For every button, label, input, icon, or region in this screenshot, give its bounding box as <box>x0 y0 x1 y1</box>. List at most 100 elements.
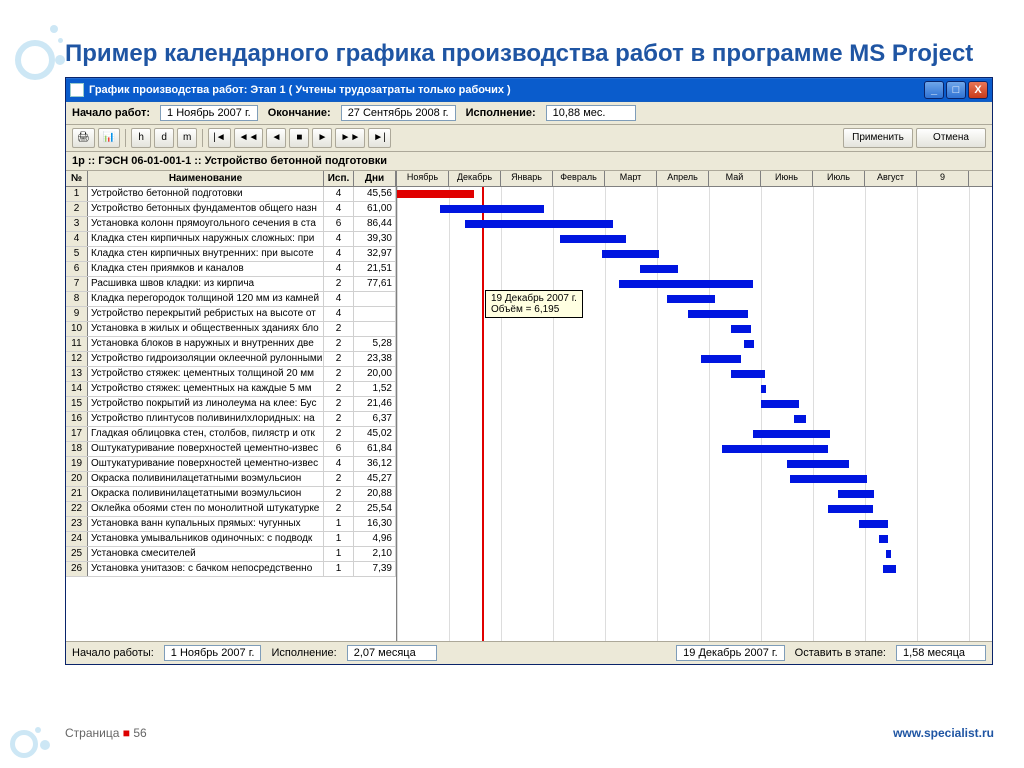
table-row[interactable]: 25Установка смесителей12,10 <box>66 547 396 562</box>
close-button[interactable]: X <box>968 81 988 99</box>
table-row[interactable]: 26Установка унитазов: с бачком непосредс… <box>66 562 396 577</box>
gantt-bar[interactable] <box>838 490 874 498</box>
apply-button[interactable]: Применить <box>843 128 913 148</box>
minimize-button[interactable]: _ <box>924 81 944 99</box>
export-button[interactable]: 📊 <box>98 128 120 148</box>
table-row[interactable]: 18Оштукатуривание поверхностей цементно-… <box>66 442 396 457</box>
cell-num: 18 <box>66 442 88 456</box>
table-row[interactable]: 11Установка блоков в наружных и внутренн… <box>66 337 396 352</box>
cell-isp: 2 <box>324 367 354 381</box>
table-row[interactable]: 9Устройство перекрытий ребристых на высо… <box>66 307 396 322</box>
gantt-row <box>397 412 992 427</box>
table-row[interactable]: 6Кладка стен приямков и каналов421,51 <box>66 262 396 277</box>
gantt-row <box>397 502 992 517</box>
table-row[interactable]: 16Устройство плинтусов поливинилхлоридны… <box>66 412 396 427</box>
nav-next-button[interactable]: ► <box>312 128 332 148</box>
gantt-bar[interactable] <box>883 565 897 573</box>
table-row[interactable]: 12Устройство гидроизоляции оклеечной рул… <box>66 352 396 367</box>
cell-dni: 6,37 <box>354 412 396 426</box>
print-button[interactable]: 🖨 <box>72 128 95 148</box>
cell-name: Кладка перегородок толщиной 120 мм из ка… <box>88 292 324 306</box>
status-date-value: 19 Декабрь 2007 г. <box>676 645 785 661</box>
table-row[interactable]: 17Гладкая облицовка стен, столбов, пиляс… <box>66 427 396 442</box>
gantt-bar[interactable] <box>640 265 678 273</box>
gantt-bar[interactable] <box>790 475 867 483</box>
cell-isp: 4 <box>324 457 354 471</box>
task-grid[interactable]: № Наименование Исп. Дни 1Устройство бето… <box>66 171 397 641</box>
table-row[interactable]: 13Устройство стяжек: цементных толщиной … <box>66 367 396 382</box>
gantt-bar[interactable] <box>859 520 888 528</box>
gantt-bar[interactable] <box>688 310 748 318</box>
col-name[interactable]: Наименование <box>88 171 324 186</box>
gantt-bar[interactable] <box>560 235 627 243</box>
table-row[interactable]: 15Устройство покрытий из линолеума на кл… <box>66 397 396 412</box>
table-row[interactable]: 1Устройство бетонной подготовки445,56 <box>66 187 396 202</box>
cell-name: Установка в жилых и общественных зданиях… <box>88 322 324 336</box>
table-row[interactable]: 10Установка в жилых и общественных здани… <box>66 322 396 337</box>
table-row[interactable]: 23Установка ванн купальных прямых: чугун… <box>66 517 396 532</box>
cell-num: 24 <box>66 532 88 546</box>
nav-first-button[interactable]: |◄ <box>208 128 231 148</box>
nav-prev-button[interactable]: ◄ <box>266 128 286 148</box>
gantt-bar[interactable] <box>722 445 828 453</box>
gantt-bar[interactable] <box>731 370 765 378</box>
gantt-bar[interactable] <box>667 295 715 303</box>
cancel-button[interactable]: Отмена <box>916 128 986 148</box>
table-row[interactable]: 14Устройство стяжек: цементных на каждые… <box>66 382 396 397</box>
table-row[interactable]: 21Окраска поливинилацетатными воэмульсио… <box>66 487 396 502</box>
slide-title: Пример календарного графика производства… <box>65 40 994 69</box>
gantt-row <box>397 247 992 262</box>
nav-next2-button[interactable]: ►► <box>335 128 365 148</box>
gantt-bar[interactable] <box>886 550 891 558</box>
gantt-bar[interactable] <box>879 535 888 543</box>
table-row[interactable]: 4Кладка стен кирпичных наружных сложных:… <box>66 232 396 247</box>
gantt-bar[interactable] <box>761 400 799 408</box>
gantt-bar[interactable] <box>794 415 806 423</box>
gantt-bar[interactable] <box>602 250 658 258</box>
gantt-bar[interactable] <box>761 385 766 393</box>
table-row[interactable]: 24Установка умывальников одиночных: с по… <box>66 532 396 547</box>
footer-url: www.specialist.ru <box>893 726 994 740</box>
scale-h-button[interactable]: h <box>131 128 151 148</box>
gantt-chart[interactable]: НоябрьДекабрьЯнварьФевральМартАпрельМайИ… <box>397 171 992 641</box>
gantt-bar[interactable] <box>731 325 752 333</box>
table-row[interactable]: 8Кладка перегородок толщиной 120 мм из к… <box>66 292 396 307</box>
table-row[interactable]: 22Оклейка обоями стен по монолитной штук… <box>66 502 396 517</box>
start-value[interactable]: 1 Ноябрь 2007 г. <box>160 105 258 121</box>
gantt-bar[interactable] <box>753 430 830 438</box>
nav-now-button[interactable]: ■ <box>289 128 309 148</box>
table-row[interactable]: 19Оштукатуривание поверхностей цементно-… <box>66 457 396 472</box>
table-row[interactable]: 7Расшивка швов кладки: из кирпича277,61 <box>66 277 396 292</box>
gantt-bar[interactable] <box>828 505 872 513</box>
gantt-bar[interactable] <box>787 460 849 468</box>
gantt-bar[interactable] <box>397 190 474 198</box>
gantt-bar[interactable] <box>440 205 544 213</box>
col-dni[interactable]: Дни <box>354 171 396 186</box>
scale-d-button[interactable]: d <box>154 128 174 148</box>
gantt-row <box>397 472 992 487</box>
titlebar[interactable]: График производства работ: Этап 1 ( Учте… <box>66 78 992 102</box>
scale-m-button[interactable]: m <box>177 128 197 148</box>
gantt-row <box>397 202 992 217</box>
cell-name: Установка блоков в наружных и внутренних… <box>88 337 324 351</box>
nav-prev2-button[interactable]: ◄◄ <box>234 128 264 148</box>
maximize-button[interactable]: □ <box>946 81 966 99</box>
gantt-bar[interactable] <box>465 220 612 228</box>
gantt-bar[interactable] <box>701 355 740 363</box>
cell-isp: 4 <box>324 307 354 321</box>
table-row[interactable]: 5Кладка стен кирпичных внутренних: при в… <box>66 247 396 262</box>
gantt-bar[interactable] <box>744 340 754 348</box>
gantt-row <box>397 562 992 577</box>
exec-value[interactable]: 10,88 мес. <box>546 105 636 121</box>
col-num[interactable]: № <box>66 171 88 186</box>
cell-isp: 2 <box>324 502 354 516</box>
table-row[interactable]: 2Устройство бетонных фундаментов общего … <box>66 202 396 217</box>
end-value[interactable]: 27 Сентябрь 2008 г. <box>341 105 456 121</box>
col-isp[interactable]: Исп. <box>324 171 354 186</box>
table-row[interactable]: 3Установка колонн прямоугольного сечения… <box>66 217 396 232</box>
gantt-bar[interactable] <box>619 280 752 288</box>
cell-name: Оклейка обоями стен по монолитной штукат… <box>88 502 324 516</box>
app-window: График производства работ: Этап 1 ( Учте… <box>65 77 993 665</box>
table-row[interactable]: 20Окраска поливинилацетатными воэмульсио… <box>66 472 396 487</box>
nav-last-button[interactable]: ►| <box>368 128 391 148</box>
